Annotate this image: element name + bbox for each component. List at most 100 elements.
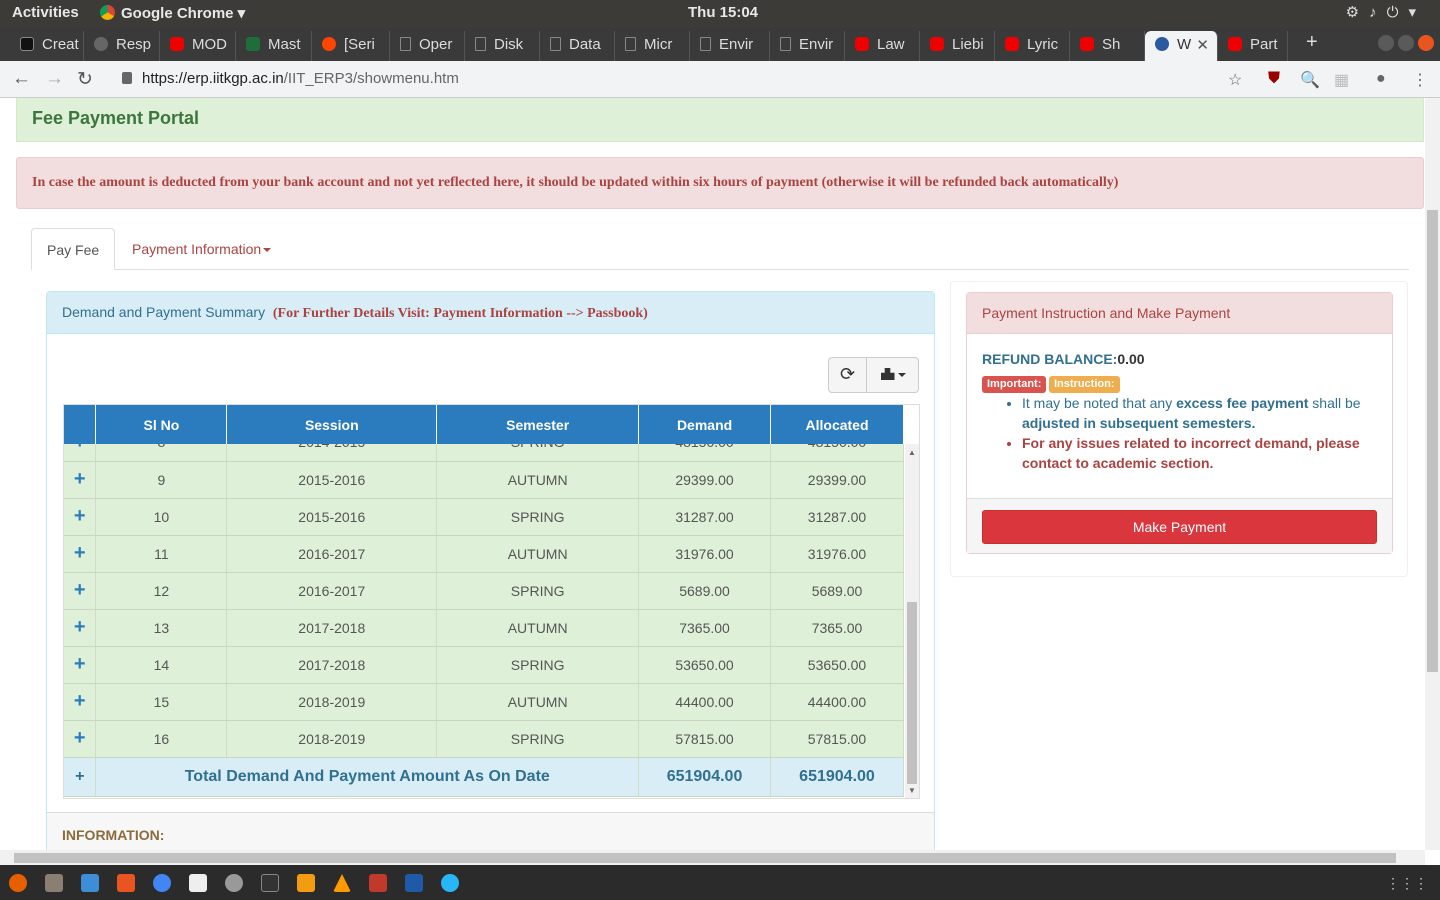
close-tab-icon[interactable]: ✕: [1196, 36, 1209, 54]
code-editor-icon[interactable]: [405, 874, 423, 892]
media-icon[interactable]: [369, 874, 387, 892]
table-scrollbar[interactable]: ▲ ▼: [905, 444, 919, 798]
minimize-button[interactable]: [1378, 35, 1394, 51]
browser-tab[interactable]: Sh: [1070, 31, 1145, 61]
app-icon[interactable]: [441, 874, 459, 892]
information-label: INFORMATION:: [62, 827, 165, 843]
cell-sl-no: 15: [95, 683, 228, 721]
new-tab-button[interactable]: +: [1306, 31, 1318, 54]
cell-sl-no: 12: [95, 572, 228, 610]
tab-title: [Seri: [344, 36, 375, 53]
scroll-down-icon[interactable]: ▼: [908, 786, 916, 795]
browser-tab[interactable]: Liebi: [920, 31, 995, 61]
browser-tab[interactable]: Envir: [770, 31, 845, 61]
reload-icon[interactable]: ↻: [77, 68, 93, 91]
browser-tab[interactable]: Mast: [236, 31, 312, 61]
page-horizontal-scrollbar[interactable]: [0, 850, 1425, 865]
clock[interactable]: Thu 15:04: [688, 4, 758, 21]
browser-tab[interactable]: Creat: [10, 31, 84, 61]
expand-row-icon[interactable]: +: [64, 498, 97, 536]
maximize-button[interactable]: [1398, 35, 1414, 51]
back-icon[interactable]: ←: [12, 68, 31, 90]
text-editor-icon[interactable]: [189, 874, 207, 892]
total-allocated: 651904.00: [770, 757, 904, 797]
extension-icon[interactable]: ▦: [1334, 70, 1349, 90]
refresh-icon: ⟳: [839, 364, 856, 384]
tab-title: Law: [877, 36, 905, 53]
column-header-allocated[interactable]: Allocated: [770, 405, 904, 444]
tab-title: W: [1177, 36, 1192, 53]
tab-pay-fee[interactable]: Pay Fee: [31, 228, 116, 270]
page-horizontal-scrollbar-thumb[interactable]: [14, 853, 1396, 863]
browser-tab[interactable]: W ✕: [1145, 31, 1218, 61]
cell-semester: SPRING: [436, 572, 640, 610]
cell-sl-no: 14: [95, 646, 228, 684]
portal-header: Fee Payment Portal: [16, 98, 1424, 142]
close-window-button[interactable]: [1418, 35, 1434, 51]
expand-row-icon[interactable]: +: [64, 720, 97, 758]
expand-row-icon[interactable]: +: [64, 609, 97, 647]
chrome-taskbar-icon[interactable]: [153, 874, 171, 892]
browser-tab[interactable]: Envir: [690, 31, 770, 61]
expand-row-icon[interactable]: +: [64, 572, 97, 610]
chrome-menu-icon[interactable]: ⋮: [1412, 70, 1428, 90]
export-button[interactable]: [868, 358, 918, 392]
tab-payment-information[interactable]: Payment Information: [117, 228, 286, 270]
refresh-button[interactable]: ⟳: [829, 358, 867, 392]
column-header-session[interactable]: Session: [226, 405, 438, 444]
browser-tab[interactable]: Oper: [390, 31, 465, 61]
column-header-demand[interactable]: Demand: [638, 405, 772, 444]
profile-avatar[interactable]: ●: [1376, 70, 1386, 88]
note-incorrect-demand: For any issues related to incorrect dema…: [1022, 433, 1377, 473]
expand-total-icon[interactable]: +: [64, 757, 97, 797]
tab-title: Envir: [719, 36, 754, 53]
tab-favicon-icon: [475, 37, 486, 51]
expand-row-icon[interactable]: +: [64, 535, 97, 573]
column-header-sl-no[interactable]: Sl No: [95, 405, 228, 444]
browser-tab[interactable]: [Seri: [312, 31, 390, 61]
search-extension-icon[interactable]: 🔍: [1300, 70, 1320, 90]
show-apps-icon[interactable]: ⋮⋮⋮: [1386, 875, 1428, 892]
address-bar[interactable]: https://erp.iitkgp.ac.in/IIT_ERP3/showme…: [108, 65, 1258, 93]
forward-icon[interactable]: →: [45, 68, 64, 90]
app-menu[interactable]: Google Chrome ▾: [100, 4, 245, 22]
tab-favicon-icon: [1080, 37, 1094, 51]
make-payment-button[interactable]: Make Payment: [982, 510, 1377, 544]
system-tray-icons[interactable]: ⚙♪⏻▾: [1346, 3, 1426, 21]
table-row: +13 2017-2018 AUTUMN 7365.00 7365.00: [64, 609, 904, 647]
browser-tab[interactable]: Law: [845, 31, 920, 61]
browser-tab[interactable]: MOD: [160, 31, 236, 61]
tab-favicon-icon: [94, 37, 108, 51]
expand-row-icon[interactable]: +: [64, 683, 97, 721]
sublime-icon[interactable]: [297, 874, 315, 892]
browser-tab[interactable]: Disk: [465, 31, 540, 61]
bookmark-star-icon[interactable]: ☆: [1228, 70, 1242, 90]
cell-demand: 29399.00: [638, 461, 771, 499]
files-icon[interactable]: [45, 874, 63, 892]
firefox-icon[interactable]: [9, 874, 27, 892]
browser-tab[interactable]: Micr: [615, 31, 690, 61]
browser-tab[interactable]: Resp: [84, 31, 160, 61]
scroll-up-icon[interactable]: ▲: [908, 448, 916, 457]
browser-tab[interactable]: Data: [540, 31, 615, 61]
vlc-icon[interactable]: [333, 874, 351, 892]
table-scrollbar-thumb[interactable]: [907, 602, 917, 784]
summary-title: Demand and Payment Summary: [62, 304, 266, 320]
tab-title: Mast: [268, 36, 301, 53]
tab-title: Resp: [116, 36, 152, 53]
document-icon[interactable]: [81, 874, 99, 892]
settings-icon[interactable]: [225, 874, 243, 892]
browser-tab[interactable]: Lyric: [995, 31, 1070, 61]
terminal-icon[interactable]: [261, 874, 279, 892]
page-vertical-scrollbar[interactable]: [1425, 98, 1440, 850]
browser-tab[interactable]: Part: [1218, 31, 1288, 61]
ublock-extension-icon[interactable]: ⛊: [1268, 70, 1280, 88]
expand-row-icon[interactable]: +: [64, 461, 97, 499]
expand-row-icon[interactable]: +: [64, 646, 97, 684]
page-vertical-scrollbar-thumb[interactable]: [1427, 210, 1438, 672]
refund-balance-value: 0.00: [1117, 351, 1145, 367]
cell-sl-no: 11: [95, 535, 228, 573]
software-center-icon[interactable]: [117, 874, 135, 892]
column-header-semester[interactable]: Semester: [436, 405, 640, 444]
activities-button[interactable]: Activities: [12, 4, 79, 21]
